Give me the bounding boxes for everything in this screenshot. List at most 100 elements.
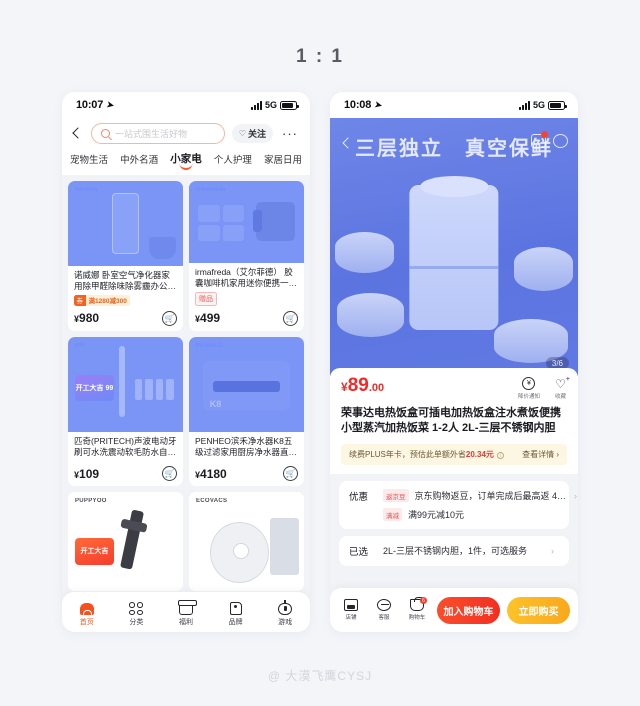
- brush-heads-shape: [134, 379, 174, 401]
- product-grid: novena 诺威娜 卧室空气净化器家用除甲醛除味除雾霾办公… 券 满1280减…: [62, 175, 310, 597]
- status-indicators: 5G: [518, 100, 567, 110]
- promo-tag: 开工大吉: [74, 537, 114, 566]
- follow-label: 关注: [247, 129, 266, 139]
- price-action-label: 降价通知: [517, 394, 540, 400]
- nav-item-brand[interactable]: 品牌: [229, 600, 243, 627]
- lunch-box-shape: [409, 176, 499, 330]
- product-card[interactable]: PUPPYOO 开工大吉: [68, 492, 183, 591]
- heart-icon: ♡: [238, 128, 246, 138]
- status-time: 10:07 ➤: [76, 99, 116, 112]
- nav-item-home[interactable]: 首页: [79, 600, 94, 627]
- hero-action-group: [531, 131, 568, 148]
- product-card[interactable]: irmafreda irmafreda（艾尔菲德） 胶囊咖啡机家用迷你便携一… …: [189, 181, 304, 331]
- favorite-button[interactable]: ♡ 收藏: [554, 376, 570, 400]
- shop-icon: [344, 599, 358, 611]
- add-to-cart-icon[interactable]: 🛒: [162, 466, 177, 481]
- nav-item-welfare[interactable]: 福利: [177, 600, 197, 627]
- product-price: ¥980: [74, 311, 100, 325]
- selected-content: 2L-三层不锈钢内胆，1件，可选服务: [383, 544, 543, 557]
- water-purifier-shape: K8: [202, 361, 291, 411]
- product-info: PENHEO滨禾净水器K8五级过滤家用厨房净水器直… ¥4180 🛒: [189, 432, 304, 486]
- toothbrush-shape: [118, 346, 126, 417]
- product-card[interactable]: PENHEO K8 PENHEO滨禾净水器K8五级过滤家用厨房净水器直… ¥41…: [189, 336, 304, 486]
- search-placeholder: 一站式围生活好物: [115, 129, 188, 139]
- back-icon[interactable]: [340, 136, 353, 149]
- action-label: 购物车: [408, 615, 426, 621]
- shop-button[interactable]: 店铺: [338, 599, 364, 621]
- promotion-text: 京东购物返豆，订单完成后最高返 4…: [414, 491, 567, 502]
- product-price-row: ¥109 🛒: [74, 466, 177, 481]
- nav-item-game[interactable]: 游戏: [278, 600, 293, 627]
- tab-liquor[interactable]: 中外名酒: [120, 152, 158, 169]
- product-price-row: ¥499 🛒: [195, 310, 298, 326]
- product-image: novena: [68, 181, 183, 266]
- cart-button[interactable]: 6 购物车: [404, 597, 430, 621]
- selected-label: 已选: [349, 547, 369, 559]
- selected-row: 已选 2L-三层不锈钢内胆，1件，可选服务 ›: [349, 544, 559, 558]
- product-brand-mark: irmafreda: [196, 187, 227, 193]
- left-phone-body: 一站式围生活好物 ♡ 关注 ··· 宠物生活 中外名酒 小家电 个人护理 家居日…: [62, 118, 310, 632]
- product-info: irmafreda（艾尔菲德） 胶囊咖啡机家用迷你便携一… 赠品 ¥499 🛒: [189, 263, 304, 331]
- buy-now-button[interactable]: 立即购买: [507, 596, 570, 624]
- product-badge-row: 券 满1280减300: [74, 294, 177, 306]
- add-to-cart-icon[interactable]: 🛒: [283, 310, 298, 326]
- promotion-line: 满减 满99元减10元: [383, 508, 566, 522]
- network-label: 5G: [264, 100, 277, 110]
- search-input[interactable]: 一站式围生活好物: [91, 123, 225, 144]
- nav-item-category[interactable]: 分类: [129, 600, 144, 627]
- home-icon: [79, 600, 94, 615]
- tab-small-appliances[interactable]: 小家电: [170, 151, 202, 169]
- product-image: PENHEO K8: [189, 336, 304, 432]
- tab-pet-life[interactable]: 宠物生活: [70, 152, 108, 169]
- nav-label: 游戏: [278, 619, 293, 626]
- add-to-cart-button[interactable]: 加入购物车: [437, 596, 500, 624]
- coupon-badge: 券 满1280减300: [74, 294, 130, 306]
- tab-home-daily[interactable]: 家居日用: [264, 152, 302, 169]
- back-icon[interactable]: [70, 125, 84, 143]
- coffee-machine-shape: [253, 202, 295, 242]
- favorite-icon: ♡: [554, 376, 570, 390]
- plus-detail-link[interactable]: 查看详情 ›: [522, 449, 559, 460]
- promotion-block[interactable]: 优惠 返京豆 京东购物返豆，订单完成后最高返 4… 满减 满99元减10元 ›: [339, 481, 577, 530]
- page-root: 1 : 1 10:07 ➤ 5G 一站式围生活好物 ♡ 关注 ··· 宠物生活 …: [0, 0, 640, 706]
- plus-membership-banner[interactable]: 续费PLUS年卡，预估此单额外省20.34元 i 查看详情 ›: [341, 444, 567, 466]
- share-icon[interactable]: [531, 131, 548, 148]
- signal-icon: [250, 100, 262, 110]
- promotion-content: 返京豆 京东购物返豆，订单完成后最高返 4… 满减 满99元减10元: [383, 489, 567, 522]
- more-options-icon[interactable]: ···: [280, 127, 300, 140]
- tab-personal-care[interactable]: 个人护理: [214, 152, 252, 169]
- signal-icon: [518, 100, 530, 110]
- product-price: ¥89.00: [341, 375, 385, 396]
- battery-icon: [548, 100, 567, 110]
- promotion-tag: 满减: [383, 508, 402, 522]
- product-title: 匹奇(PRITECH)声波电动牙刷可水洗震动软毛防水自…: [74, 436, 177, 458]
- product-brand-mark: PUPPYOO: [75, 498, 107, 504]
- add-to-cart-icon[interactable]: 🛒: [283, 466, 298, 481]
- right-phone-frame: 10:08 ➤ 5G 三层独立 真空保鲜 3/6 ¥89.00 ¥ 降价通知 ♡…: [330, 92, 578, 632]
- product-hero-image[interactable]: 三层独立 真空保鲜 3/6: [330, 118, 578, 376]
- robot-dock-shape: [269, 517, 300, 576]
- price-drop-alert-button[interactable]: ¥ 降价通知: [518, 377, 540, 400]
- promotion-row: 优惠 返京豆 京东购物返豆，订单完成后最高返 4… 满减 满99元减10元 ›: [349, 489, 577, 522]
- product-title: PENHEO滨禾净水器K8五级过滤家用厨房净水器直…: [195, 436, 298, 458]
- action-label: 客服: [378, 615, 390, 621]
- product-price: ¥499: [195, 311, 221, 325]
- robot-vacuum-shape: [209, 521, 270, 584]
- product-brand-mark: PENHEO: [196, 342, 224, 349]
- more-options-icon[interactable]: [553, 134, 568, 148]
- nav-label: 福利: [178, 619, 193, 626]
- coupon-badge-label: 券: [74, 294, 86, 306]
- selected-options-block[interactable]: 已选 2L-三层不锈钢内胆，1件，可选服务 ›: [339, 536, 569, 567]
- product-card[interactable]: PRI 开工大吉 99 匹奇(PRITECH)声波电动牙刷可水洗震动软毛防水自……: [68, 336, 183, 486]
- left-status-bar: 10:07 ➤ 5G: [62, 92, 310, 118]
- customer-service-button[interactable]: 客服: [371, 599, 397, 621]
- location-icon: ➤: [105, 99, 116, 112]
- add-to-cart-icon[interactable]: 🛒: [162, 310, 177, 326]
- follow-button[interactable]: ♡ 关注: [231, 124, 273, 143]
- gift-badge: 赠品: [195, 291, 217, 306]
- plus-savings-amount: 20.34元: [465, 450, 494, 460]
- product-title: 荣事达电热饭盒可插电加热饭盒注水煮饭便携小型蒸汽加热饭菜 1-2人 2L-三层不…: [341, 407, 561, 435]
- product-card[interactable]: novena 诺威娜 卧室空气净化器家用除甲醛除味除雾霾办公… 券 满1280减…: [68, 181, 183, 331]
- bottom-nav-bar: 首页 分类 福利 品牌 游戏: [62, 592, 310, 632]
- product-card[interactable]: ECOVACS: [189, 492, 304, 591]
